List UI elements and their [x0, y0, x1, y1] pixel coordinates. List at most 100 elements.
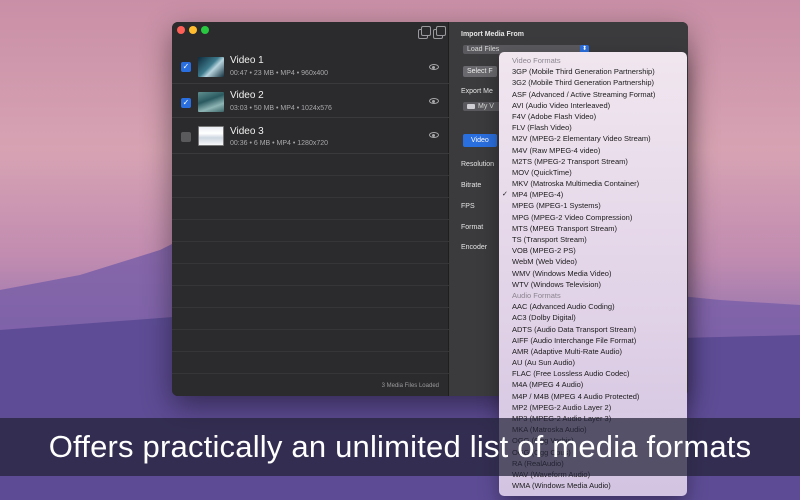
- empty-row: [172, 220, 449, 242]
- file-title: Video 3: [230, 126, 264, 137]
- format-menu-item[interactable]: WMV (Windows Media Video): [499, 268, 687, 279]
- format-menu-item-label: MTS (MPEG Transport Stream): [512, 223, 618, 233]
- format-menu-item[interactable]: MPEG (MPEG-1 Systems): [499, 200, 687, 211]
- file-meta: 03:03 • 50 MB • MP4 • 1024x576: [230, 105, 332, 112]
- zoom-window-button[interactable]: [201, 26, 209, 34]
- format-label: Format: [461, 224, 484, 231]
- select-files-button[interactable]: Select F: [463, 66, 497, 77]
- format-menu-item[interactable]: AC3 (Dolby Digital): [499, 312, 687, 323]
- minimize-window-button[interactable]: [189, 26, 197, 34]
- preview-eye-icon[interactable]: [429, 64, 439, 70]
- format-menu-item[interactable]: MTS (MPEG Transport Stream): [499, 223, 687, 234]
- empty-row: [172, 176, 449, 198]
- format-menu-item-label: M2V (MPEG-2 Elementary Video Stream): [512, 134, 651, 144]
- format-menu-item-label: TS (Transport Stream): [512, 235, 587, 244]
- empty-row: [172, 264, 449, 286]
- files-loaded-status: 3 Media Files Loaded: [381, 383, 439, 389]
- format-menu-item-label: 3G2 (Mobile Third Generation Partnership…: [512, 78, 655, 88]
- format-menu-item[interactable]: 3G2 (Mobile Third Generation Partnership…: [499, 77, 687, 88]
- format-menu-item[interactable]: MPG (MPEG-2 Video Compression): [499, 212, 687, 223]
- format-menu-item-label: 3GP (Mobile Third Generation Partnership…: [512, 67, 655, 77]
- tab-video[interactable]: Video: [463, 134, 497, 147]
- format-menu-item-label: F4V (Adobe Flash Video): [512, 111, 597, 121]
- format-menu-item[interactable]: WTV (Windows Television): [499, 279, 687, 290]
- format-menu-item[interactable]: M4V (Raw MPEG-4 video): [499, 145, 687, 156]
- format-menu-item[interactable]: MP2 (MPEG-2 Audio Layer 2): [499, 402, 687, 413]
- format-menu-item-label: M2TS (MPEG-2 Transport Stream): [512, 156, 628, 166]
- format-menu-item[interactable]: AU (Au Sun Audio): [499, 357, 687, 368]
- format-menu-item[interactable]: ✓ MP4 (MPEG-4): [499, 189, 687, 200]
- format-menu-item[interactable]: ASF (Advanced / Active Streaming Format): [499, 89, 687, 100]
- format-menu-item-label: AVI (Audio Video Interleaved): [512, 100, 611, 110]
- folder-icon: [467, 103, 475, 109]
- format-menu-item-label: M4V (Raw MPEG-4 video): [512, 145, 601, 155]
- empty-row: [172, 308, 449, 330]
- format-menu-item[interactable]: AVI (Audio Video Interleaved): [499, 100, 687, 111]
- format-menu-item-label: MP2 (MPEG-2 Audio Layer 2): [512, 402, 612, 412]
- format-menu-item-label: M4A (MPEG 4 Audio): [512, 380, 584, 390]
- format-menu-item[interactable]: FLV (Flash Video): [499, 122, 687, 133]
- format-menu-item-label: ASF (Advanced / Active Streaming Format): [512, 89, 656, 99]
- video-format-list: 3GP (Mobile Third Generation Partnership…: [499, 66, 687, 290]
- format-menu-item[interactable]: ADTS (Audio Data Transport Stream): [499, 324, 687, 335]
- format-menu-item[interactable]: M4P / M4B (MPEG 4 Audio Protected): [499, 391, 687, 402]
- copy-checked-icon[interactable]: [433, 26, 446, 39]
- format-menu-item[interactable]: AMR (Adaptive Multi-Rate Audio): [499, 346, 687, 357]
- format-menu-item-label: MP4 (MPEG-4): [512, 190, 564, 200]
- file-checkbox[interactable]: ✓: [181, 98, 191, 108]
- encoder-label: Encoder: [461, 244, 488, 251]
- empty-row: [172, 286, 449, 308]
- close-window-button[interactable]: [177, 26, 185, 34]
- format-menu-item-label: MOV (QuickTime): [512, 167, 572, 177]
- resolution-label: Resolution: [461, 161, 495, 168]
- checkmark-icon: ✓: [502, 190, 508, 199]
- format-menu-item[interactable]: TS (Transport Stream): [499, 234, 687, 245]
- format-menu-item[interactable]: WMA (Windows Media Audio): [499, 480, 687, 491]
- empty-row: [172, 154, 449, 176]
- format-menu-item[interactable]: FLAC (Free Lossless Audio Codec): [499, 368, 687, 379]
- format-menu-item[interactable]: M2V (MPEG-2 Elementary Video Stream): [499, 133, 687, 144]
- file-row-video-1[interactable]: ✓ Video 1 00:47 • 23 MB • MP4 • 960x400: [172, 52, 449, 84]
- format-menu-item-label: AU (Au Sun Audio): [512, 358, 575, 368]
- media-list-pane: ✓ Video 1 00:47 • 23 MB • MP4 • 960x400 …: [172, 22, 449, 396]
- fps-label: FPS: [461, 203, 475, 210]
- file-meta: 00:47 • 23 MB • MP4 • 960x400: [230, 70, 329, 77]
- format-menu-item-label: M4P / M4B (MPEG 4 Audio Protected): [512, 391, 640, 401]
- file-meta: 00:36 • 6 MB • MP4 • 1280x720: [230, 140, 329, 147]
- import-label: Import Media From: [461, 31, 525, 38]
- format-menu-item[interactable]: AAC (Advanced Audio Coding): [499, 301, 687, 312]
- file-row-video-3[interactable]: ✓ Video 3 00:36 • 6 MB • MP4 • 1280x720: [172, 118, 449, 154]
- file-title: Video 1: [230, 55, 264, 66]
- format-menu-item[interactable]: F4V (Adobe Flash Video): [499, 111, 687, 122]
- format-menu-item[interactable]: WebM (Web Video): [499, 256, 687, 267]
- format-menu-item[interactable]: MKV (Matroska Multimedia Container): [499, 178, 687, 189]
- format-menu-item-label: VOB (MPEG-2 PS): [512, 246, 576, 256]
- export-folder-value: My V: [478, 103, 494, 110]
- format-menu-item[interactable]: MOV (QuickTime): [499, 167, 687, 178]
- format-menu-item[interactable]: 3GP (Mobile Third Generation Partnership…: [499, 66, 687, 77]
- format-menu-item-label: AMR (Adaptive Multi-Rate Audio): [512, 346, 623, 356]
- format-menu-item[interactable]: VOB (MPEG-2 PS): [499, 245, 687, 256]
- format-menu-item[interactable]: AIFF (Audio Interchange File Format): [499, 335, 687, 346]
- export-folder-field[interactable]: My V: [463, 102, 503, 111]
- format-menu-item-label: MKV (Matroska Multimedia Container): [512, 179, 640, 189]
- file-checkbox[interactable]: ✓: [181, 132, 191, 142]
- video-formats-header: Video Formats: [512, 56, 561, 65]
- duplicate-icon[interactable]: [418, 26, 431, 39]
- export-label: Export Me: [461, 88, 493, 95]
- format-menu-item-label: AIFF (Audio Interchange File Format): [512, 335, 637, 345]
- video-thumbnail: [198, 57, 224, 77]
- format-menu-item-label: ADTS (Audio Data Transport Stream): [512, 324, 637, 334]
- format-menu-item[interactable]: M4A (MPEG 4 Audio): [499, 379, 687, 390]
- format-menu-item[interactable]: M2TS (MPEG-2 Transport Stream): [499, 156, 687, 167]
- preview-eye-icon[interactable]: [429, 98, 439, 104]
- format-menu-item-label: MPG (MPEG-2 Video Compression): [512, 212, 633, 222]
- format-menu-item-label: WebM (Web Video): [512, 257, 578, 267]
- format-menu-item-label: AC3 (Dolby Digital): [512, 313, 576, 323]
- titlebar: [172, 22, 449, 44]
- file-checkbox[interactable]: ✓: [181, 62, 191, 72]
- empty-row: [172, 330, 449, 352]
- preview-eye-icon[interactable]: [429, 132, 439, 138]
- empty-row: [172, 198, 449, 220]
- file-row-video-2[interactable]: ✓ Video 2 03:03 • 50 MB • MP4 • 1024x576: [172, 84, 449, 118]
